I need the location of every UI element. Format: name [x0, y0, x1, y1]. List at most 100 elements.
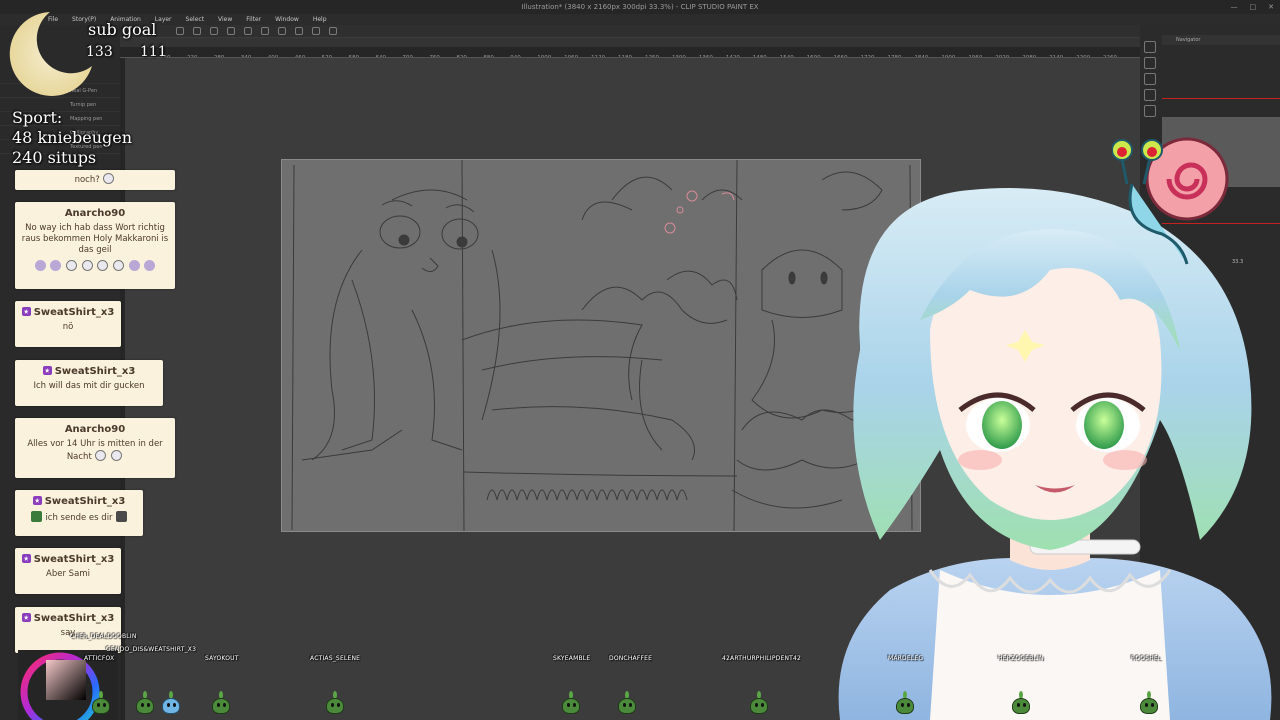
crop-icon[interactable] — [278, 27, 286, 35]
command-bar — [120, 25, 1140, 37]
maximize-icon[interactable]: □ — [1250, 0, 1257, 14]
blob-avatar-icon — [160, 690, 182, 716]
ruler-tick-label: 1900 — [941, 55, 955, 58]
chat-message: SweatShirt_x3 Ich will das mit dir gucke… — [15, 360, 163, 406]
transform-icon[interactable] — [244, 27, 252, 35]
viewer-name: DONCHAFFEE — [609, 655, 653, 662]
hug-emote-icon — [116, 511, 128, 522]
layer-property-icon[interactable] — [1144, 89, 1156, 101]
deselect-icon[interactable] — [261, 27, 269, 35]
subscriber-star-icon — [21, 307, 31, 316]
ruler-tick-label: 1960 — [968, 55, 982, 58]
ruler-tick-label: 400 — [268, 55, 279, 58]
viewer-name: ATTICFOX — [84, 655, 115, 662]
grid-snap-icon[interactable] — [329, 27, 337, 35]
chat-text: No way ich hab dass Wort richtig raus be… — [21, 223, 169, 255]
sport-line-2: 240 situps — [12, 148, 97, 167]
close-icon[interactable]: ✕ — [1268, 0, 1274, 14]
ruler-tick-label: 1660 — [834, 55, 848, 58]
chat-text: Ich will das mit dir gucken — [33, 381, 145, 391]
menu-select[interactable]: Select — [186, 14, 205, 25]
menu-help[interactable]: Help — [313, 14, 327, 25]
ruler-tick-label: 1840 — [914, 55, 928, 58]
ruler-tick-label: 520 — [322, 55, 333, 58]
menu-layer[interactable]: Layer — [155, 14, 172, 25]
sub-goal-current: 133 — [86, 44, 113, 60]
window-title: Illustration* (3840 x 2160px 300dpi 33.3… — [521, 3, 759, 11]
ruler-tick-label: 2260 — [1103, 55, 1117, 58]
emote-icon — [103, 173, 115, 184]
menu-view[interactable]: View — [218, 14, 232, 25]
ruler-tick-label: 580 — [349, 55, 360, 58]
chat-message: Anarcho90 No way ich hab dass Wort richt… — [15, 202, 175, 289]
search-layer-icon[interactable] — [1144, 105, 1156, 117]
chat-message: SweatShirt_x3 Aber Sami — [15, 548, 121, 594]
viewer-name: 42ARTHURPHILIPDENT42 — [722, 655, 802, 662]
navigator-tab[interactable]: Navigator — [1162, 35, 1280, 45]
navigator-icon[interactable] — [1144, 41, 1156, 53]
chat-message: Anarcho90 Alles vor 14 Uhr is mitten in … — [15, 418, 175, 478]
ruler-tick-label: 1250 — [645, 55, 659, 58]
menu-window[interactable]: Window — [275, 14, 299, 25]
window-controls: — □ ✕ — [1231, 0, 1275, 14]
minimize-icon[interactable]: — — [1231, 0, 1238, 14]
undo-icon[interactable] — [176, 27, 184, 35]
panel-divider — [1162, 98, 1280, 99]
chat-username: Anarcho90 — [64, 424, 126, 435]
ruler-tick-label: 1780 — [888, 55, 902, 58]
ruler-tick-label: 1720 — [861, 55, 875, 58]
stream-screen: Illustration* (3840 x 2160px 300dpi 33.3… — [0, 0, 1280, 720]
blob-avatar-icon — [90, 690, 112, 716]
blob-avatar-icon — [1010, 690, 1032, 716]
hands-emote-icon — [113, 260, 125, 271]
ruler-tick-label: 1420 — [726, 55, 740, 58]
ruler-tick-label: 2080 — [1022, 55, 1036, 58]
blob-avatar-icon — [748, 690, 770, 716]
chat-message: SweatShirt_x3 nö — [15, 301, 121, 347]
ruler-tick-label: 1060 — [564, 55, 578, 58]
hands-emote-icon — [97, 260, 109, 271]
sport-line-1: 48 kniebeugen — [12, 128, 133, 147]
blob-avatar-icon — [894, 690, 916, 716]
ruler-tick-label: 820 — [456, 55, 467, 58]
info-icon[interactable] — [1144, 73, 1156, 85]
subscriber-star-icon — [21, 613, 31, 622]
blob-avatar-icon — [134, 690, 156, 716]
ruler-tick-label: 1120 — [591, 55, 605, 58]
menu-filter[interactable]: Filter — [246, 14, 261, 25]
viewer-name: CHER_DEALDOOBLIN — [70, 633, 137, 640]
blob-avatar-icon — [324, 690, 346, 716]
ruler-tick-label: 1300 — [672, 55, 686, 58]
chat-message: SweatShirt_x3 ich sende es dir — [15, 490, 143, 536]
viewer-name: GENOO_DIS&WEATSHIRT_X3 — [106, 646, 197, 653]
clear-icon[interactable] — [210, 27, 218, 35]
ruler-tick-label: 460 — [295, 55, 306, 58]
fill-icon[interactable] — [227, 27, 235, 35]
ruler-tick-label: 1000 — [537, 55, 551, 58]
snap-icon[interactable] — [295, 27, 303, 35]
ghost-emote-icon — [50, 260, 62, 271]
chat-text: noch? — [74, 175, 100, 185]
chat-username: SweatShirt_x3 — [44, 496, 126, 507]
ruler-tick-label: 2200 — [1076, 55, 1090, 58]
ruler-tick-label: 1360 — [699, 55, 713, 58]
chat-message: noch? — [15, 170, 175, 190]
document-tab-strip[interactable] — [120, 38, 1140, 47]
horizontal-ruler: 140 220 280 340 400 460 520 580 640 700 760 820 880 9… — [120, 47, 1140, 58]
ruler-snap-icon[interactable] — [312, 27, 320, 35]
viewer-name: SAYOKOUT — [205, 655, 239, 662]
ruler-tick-label: 700 — [403, 55, 414, 58]
chat-emotes — [21, 260, 169, 273]
hands-emote-icon — [81, 260, 93, 271]
subscriber-star-icon — [21, 554, 31, 563]
viewer-name: HERZOGEBLIN — [998, 655, 1044, 662]
chat-username: Anarcho90 — [64, 208, 126, 219]
blob-avatar-icon — [1138, 690, 1160, 716]
ruler-tick-label: 1180 — [618, 55, 632, 58]
subview-icon[interactable] — [1144, 57, 1156, 69]
chat-username: SweatShirt_x3 — [33, 307, 115, 318]
sport-title: Sport: — [12, 108, 63, 127]
redo-icon[interactable] — [193, 27, 201, 35]
chat-text: nö — [62, 322, 74, 332]
subscriber-star-icon — [42, 366, 52, 375]
